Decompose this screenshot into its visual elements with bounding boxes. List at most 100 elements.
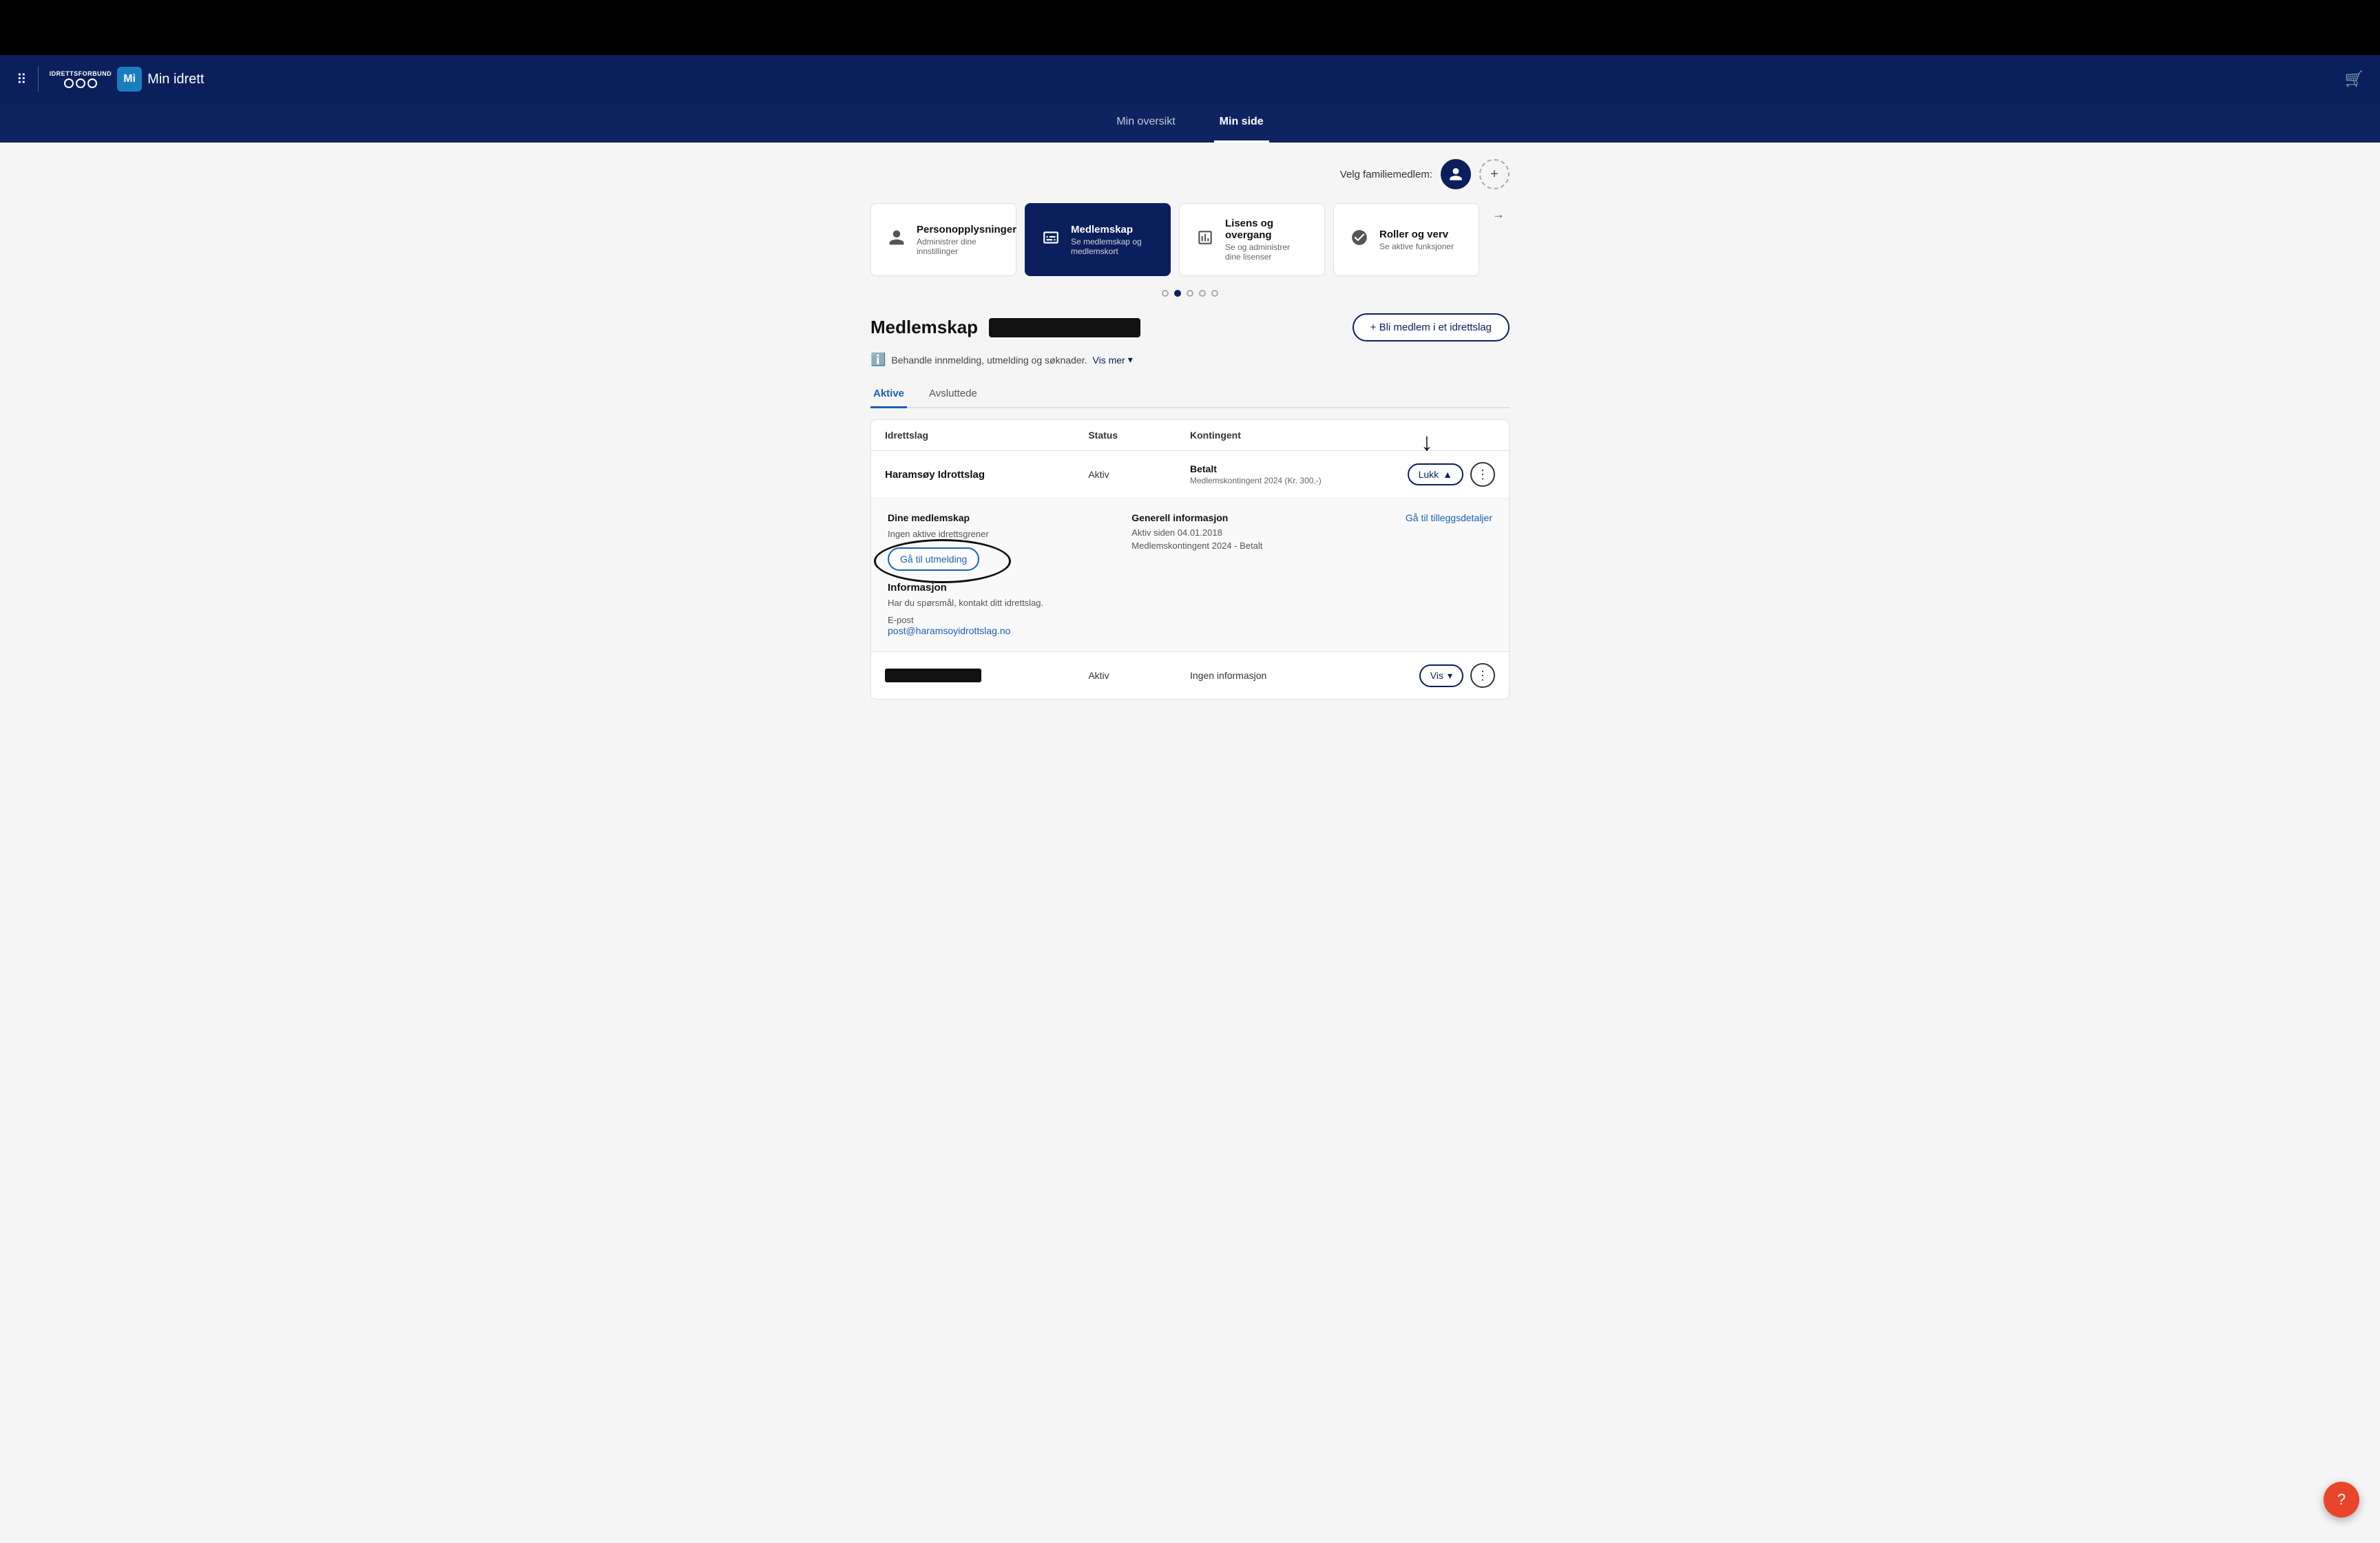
id-card-icon [1042, 229, 1060, 251]
brand-logo: IDRETTSFORBUND Mi Min idrett [38, 67, 205, 92]
sub-nav: Min oversikt Min side [0, 103, 2380, 143]
membership-title-row: Medlemskap [870, 317, 1140, 338]
chevron-up-icon: ▲ [1443, 469, 1452, 480]
kontingent-1: Betalt Medlemskontingent 2024 (Kr. 300,-… [1190, 463, 1393, 485]
person-icon [888, 229, 906, 251]
top-black-bar [0, 0, 2380, 55]
info-section: Informasjon Har du spørsmål, kontakt dit… [888, 582, 1492, 638]
content-wrapper: Velg familiemedlem: + Personopplysninger… [859, 159, 1521, 700]
org-name-redacted [885, 669, 981, 682]
category-card-medlemskap[interactable]: Medlemskap Se medlemskap og medlemskort [1025, 203, 1171, 276]
expanded-section: Dine medlemskap Ingen aktive idrettsgren… [871, 498, 1509, 652]
card-text-roller: Roller og verv Se aktive funksjoner [1379, 229, 1454, 251]
tab-avsluttede[interactable]: Avsluttede [926, 381, 980, 408]
olympic-text: IDRETTSFORBUND [50, 70, 112, 77]
navbar-right: 🛒 [2345, 70, 2363, 88]
down-arrow-annotation: ↓ [1421, 428, 1433, 456]
email-link[interactable]: post@haramsoyidrottslag.no [888, 625, 1010, 636]
kontingent-detail-1: Medlemskontingent 2024 (Kr. 300,-) [1190, 476, 1393, 485]
actions-col-1: ↓ Lukk ▲ ⋮ [1393, 462, 1495, 487]
generell-title: Generell informasjon [1131, 512, 1262, 523]
gaa-utmelding-button[interactable]: Gå til utmelding [888, 547, 979, 571]
name-redacted [989, 318, 1140, 337]
roles-icon [1350, 229, 1368, 251]
status-1: Aktiv [1088, 469, 1190, 480]
info-row: ℹ️ Behandle innmelding, utmelding og søk… [870, 353, 1510, 367]
card-text-lisens: Lisens og overgang Se og administrer din… [1225, 218, 1308, 262]
cart-icon[interactable]: 🛒 [2345, 70, 2363, 88]
info-text: Behandle innmelding, utmelding og søknad… [891, 355, 1087, 366]
ring-3 [87, 78, 97, 88]
table-row: Haramsøy Idrottslag Aktiv Betalt Medlems… [871, 451, 1509, 498]
membership-title: Medlemskap [870, 317, 978, 338]
info-icon: ℹ️ [870, 353, 886, 367]
bli-member-button[interactable]: + Bli medlem i et idrettslag [1353, 313, 1510, 342]
grid-icon[interactable]: ⠿ [17, 71, 27, 88]
circle-annotation: Gå til utmelding [888, 547, 979, 571]
tab-aktive[interactable]: Aktive [870, 381, 907, 408]
kontingent-paid-1: Betalt [1190, 463, 1393, 474]
mi-badge: Mi [117, 67, 142, 92]
gaa-tillegg-link[interactable]: Gå til tilleggsdetaljer [1406, 512, 1492, 523]
category-cards: Personopplysninger Administrer dine inns… [870, 203, 1510, 276]
chevron-down-icon: ▾ [1128, 354, 1133, 366]
navbar: ⠿ IDRETTSFORBUND Mi Min idrett 🛒 [0, 55, 2380, 103]
more-options-button[interactable]: ⋮ [1470, 462, 1495, 487]
status-2: Aktiv [1088, 670, 1190, 681]
category-card-roller[interactable]: Roller og verv Se aktive funksjoner [1333, 203, 1479, 276]
family-selector: Velg familiemedlem: + [870, 159, 1510, 189]
membership-mine-col: Dine medlemskap Ingen aktive idrettsgren… [888, 512, 989, 571]
category-card-lisens[interactable]: Lisens og overgang Se og administrer din… [1179, 203, 1325, 276]
header-actions [1393, 430, 1495, 441]
header-status: Status [1088, 430, 1190, 441]
cards-next-arrow[interactable]: → [1488, 203, 1510, 225]
ring-1 [64, 78, 74, 88]
vis-button[interactable]: Vis ▾ [1419, 664, 1463, 687]
olympic-logo: IDRETTSFORBUND [50, 70, 112, 88]
table-row-2: Aktiv Ingen informasjon Vis ▾ ⋮ [871, 652, 1509, 699]
generell-kontingent: Medlemskontingent 2024 - Betalt [1131, 540, 1262, 551]
tabs-row: Aktive Avsluttede [870, 381, 1510, 408]
add-member-button[interactable]: + [1479, 159, 1510, 189]
info-section-title: Informasjon [888, 582, 1492, 594]
main-content: Velg familiemedlem: + Personopplysninger… [0, 143, 2380, 1543]
chevron-down-icon-2: ▾ [1448, 670, 1452, 682]
mine-detail: Ingen aktive idrettsgrener [888, 529, 989, 539]
olympic-rings [64, 78, 97, 88]
family-label: Velg familiemedlem: [1340, 169, 1432, 180]
email-label: E-post [888, 615, 1492, 625]
header-kontingent: Kontingent [1190, 430, 1393, 441]
membership-table: Idrettslag Status Kontingent Haramsøy Id… [870, 419, 1510, 700]
org-name-2-redacted [885, 669, 1088, 682]
avatar[interactable] [1441, 159, 1471, 189]
category-card-personopplysninger[interactable]: Personopplysninger Administrer dine inns… [870, 203, 1016, 276]
mine-title: Dine medlemskap [888, 512, 989, 523]
table-header: Idrettslag Status Kontingent [871, 420, 1509, 451]
more-options-button-2[interactable]: ⋮ [1470, 663, 1495, 688]
sub-nav-min-side[interactable]: Min side [1214, 103, 1269, 143]
vis-mer-link[interactable]: Vis mer ▾ [1093, 354, 1133, 366]
kontingent-2: Ingen informasjon [1190, 670, 1393, 681]
chat-bubble[interactable]: ? [2324, 1482, 2359, 1518]
card-text-medlemskap: Medlemskap Se medlemskap og medlemskort [1071, 224, 1154, 256]
license-icon [1196, 229, 1214, 251]
ring-2 [76, 78, 85, 88]
dots-indicator [870, 290, 1510, 297]
navbar-left: ⠿ IDRETTSFORBUND Mi Min idrett [17, 67, 204, 92]
header-idrettslag: Idrettslag [885, 430, 1088, 441]
org-name-1: Haramsøy Idrottslag [885, 469, 1088, 481]
info-section-text: Har du spørsmål, kontakt ditt idrettslag… [888, 598, 1492, 608]
generell-aktiv: Aktiv siden 04.01.2018 [1131, 527, 1262, 538]
lukk-button[interactable]: Lukk ▲ [1408, 463, 1463, 485]
dot-5[interactable] [1211, 290, 1218, 297]
dot-3[interactable] [1187, 290, 1193, 297]
expanded-actions: Dine medlemskap Ingen aktive idrettsgren… [888, 512, 1492, 571]
dot-1[interactable] [1162, 290, 1169, 297]
membership-header: Medlemskap + Bli medlem i et idrettslag [870, 313, 1510, 342]
sub-nav-min-oversikt[interactable]: Min oversikt [1111, 103, 1180, 143]
brand-name: Min idrett [147, 72, 204, 87]
generell-info-col: Generell informasjon Aktiv siden 04.01.2… [1131, 512, 1262, 551]
card-text-personopplysninger: Personopplysninger Administrer dine inns… [917, 224, 1016, 256]
dot-2[interactable] [1174, 290, 1181, 297]
dot-4[interactable] [1199, 290, 1206, 297]
